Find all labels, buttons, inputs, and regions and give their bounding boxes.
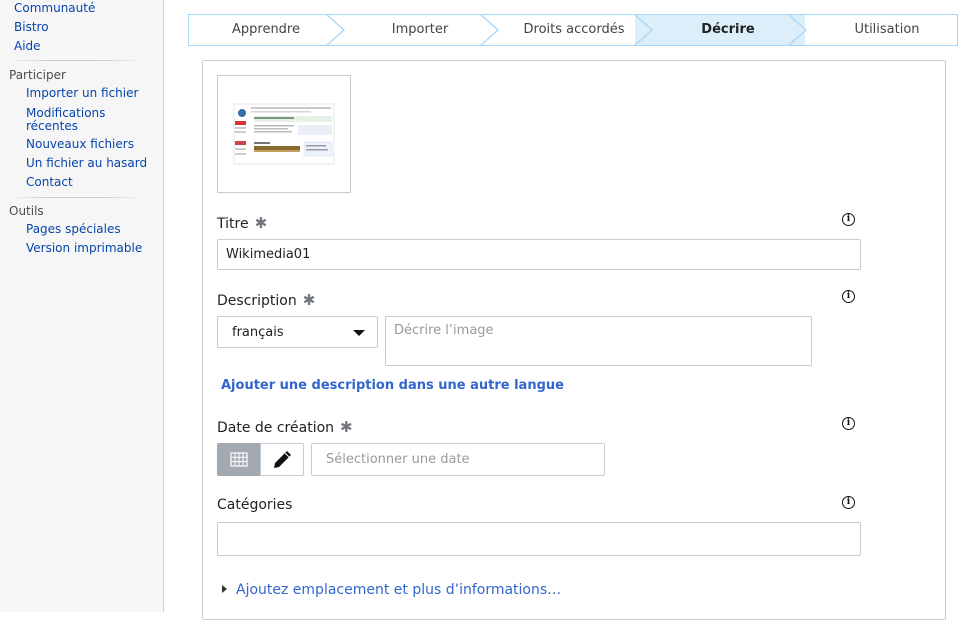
description-field-label: Description ✱ [217, 291, 315, 309]
pencil-icon [274, 451, 291, 468]
info-icon[interactable]: i [842, 213, 855, 226]
sidebar-item-contact[interactable]: Contact [26, 176, 73, 189]
chevron-down-icon [353, 330, 365, 336]
date-label-text: Date de création [217, 420, 335, 436]
step-separator-chevron [787, 15, 807, 45]
date-calendar-mode-button[interactable] [217, 443, 261, 476]
info-icon[interactable]: i [842, 417, 855, 430]
step-label: Apprendre [231, 22, 300, 37]
sidebar-item-version-imprimable[interactable]: Version imprimable [26, 242, 142, 255]
step-decrire[interactable]: Décrire [635, 15, 805, 45]
expand-triangle-icon [222, 585, 227, 593]
language-select-value: français [232, 325, 284, 340]
step-label: Droits accordés [523, 22, 625, 37]
sidebar-heading-outils: Outils [9, 204, 44, 218]
add-description-language-link[interactable]: Ajouter une description dans une autre l… [221, 378, 564, 393]
step-separator-chevron [634, 15, 653, 45]
sidebar-item-nouveaux-fichiers[interactable]: Nouveaux fichiers [26, 138, 134, 151]
description-textarea[interactable] [385, 316, 812, 366]
step-utilisation[interactable]: Utilisation [805, 15, 957, 45]
sidebar: Communauté Bistro Aide Participer Import… [0, 0, 164, 612]
sidebar-item-importer[interactable]: Importer un fichier [26, 87, 138, 100]
sidebar-link-bistro[interactable]: Bistro [14, 21, 49, 34]
date-field-label: Date de création ✱ [217, 418, 353, 436]
categories-input[interactable] [217, 522, 861, 556]
date-manual-mode-button[interactable] [260, 443, 304, 476]
file-thumbnail [217, 75, 351, 193]
sidebar-link-aide[interactable]: Aide [14, 40, 41, 53]
categories-label-text: Catégories [217, 497, 293, 513]
description-language-select[interactable]: français [217, 316, 378, 348]
screenshot-preview-image [233, 103, 335, 165]
required-asterisk-icon: ✱ [302, 291, 316, 309]
calendar-grid-icon [230, 452, 248, 467]
title-input[interactable] [217, 239, 861, 270]
sidebar-separator [8, 197, 142, 198]
sidebar-link-communaute[interactable]: Communauté [14, 2, 95, 15]
info-icon[interactable]: i [842, 290, 855, 303]
title-label-text: Titre [217, 216, 249, 232]
sidebar-item-pages-speciales[interactable]: Pages spéciales [26, 223, 121, 236]
step-label: Décrire [701, 22, 755, 37]
more-info-toggle[interactable]: Ajoutez emplacement et plus d’informatio… [222, 582, 561, 598]
title-field-label: Titre ✱ [217, 214, 267, 232]
step-apprendre[interactable]: Apprendre [189, 15, 343, 45]
info-icon[interactable]: i [842, 496, 855, 509]
step-separator-chevron [480, 15, 499, 45]
more-info-link-text: Ajoutez emplacement et plus d’informatio… [236, 582, 562, 598]
step-label: Importer [391, 22, 449, 37]
sidebar-separator [8, 60, 142, 61]
step-droits-accordes[interactable]: Droits accordés [497, 15, 651, 45]
step-separator-chevron [326, 15, 345, 45]
sidebar-item-fichier-hasard[interactable]: Un fichier au hasard [26, 157, 147, 170]
sidebar-item-modifications-recentes[interactable]: Modifications récentes [26, 107, 105, 133]
required-asterisk-icon: ✱ [254, 214, 268, 232]
step-importer[interactable]: Importer [343, 15, 497, 45]
categories-field-label: Catégories [217, 497, 292, 513]
description-label-text: Description [217, 293, 297, 309]
required-asterisk-icon: ✱ [340, 418, 353, 436]
upload-steps-bar: Apprendre Importer Droits accordés Décri… [188, 14, 958, 46]
date-input[interactable] [311, 443, 605, 476]
step-label: Utilisation [854, 22, 920, 37]
sidebar-heading-participer: Participer [9, 68, 66, 82]
